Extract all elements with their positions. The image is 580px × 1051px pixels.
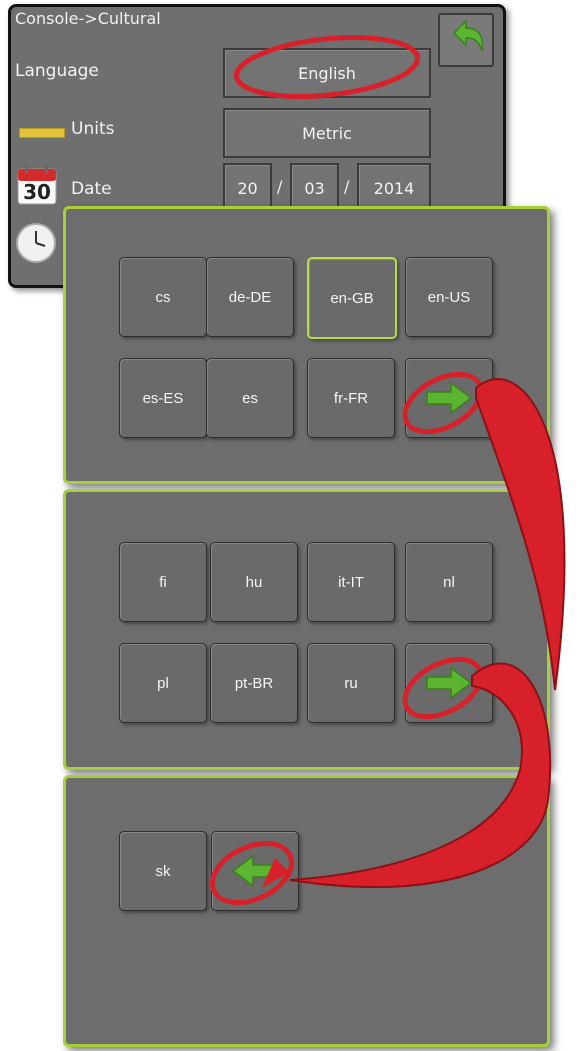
language-key[interactable]: en-US bbox=[405, 257, 493, 337]
language-key[interactable]: pt-BR bbox=[210, 643, 298, 723]
units-label: Units bbox=[71, 119, 115, 139]
language-key[interactable]: es bbox=[206, 358, 294, 438]
previous-page-button[interactable] bbox=[211, 831, 299, 911]
language-key[interactable]: pl bbox=[119, 643, 207, 723]
date-separator: / bbox=[344, 177, 350, 196]
language-key[interactable]: fi bbox=[119, 542, 207, 622]
language-key-selected[interactable]: en-GB bbox=[307, 257, 397, 339]
language-field[interactable]: English bbox=[223, 48, 431, 98]
back-button[interactable] bbox=[438, 13, 494, 67]
language-keypad-page-3: sk bbox=[63, 775, 550, 1047]
language-key[interactable]: sk bbox=[119, 831, 207, 911]
language-key[interactable]: it-IT bbox=[307, 542, 395, 622]
language-key[interactable]: fr-FR bbox=[307, 358, 395, 438]
next-page-button[interactable] bbox=[405, 358, 493, 438]
language-keypad-page-1: cs de-DE en-GB en-US es-ES es fr-FR bbox=[63, 206, 550, 484]
clock-icon bbox=[15, 222, 57, 264]
calendar-icon: 30 bbox=[17, 165, 57, 205]
calendar-day: 30 bbox=[23, 180, 51, 204]
language-key[interactable]: hu bbox=[210, 542, 298, 622]
ruler-icon bbox=[19, 128, 65, 138]
language-key[interactable]: ru bbox=[307, 643, 395, 723]
language-label: Language bbox=[15, 61, 99, 81]
right-arrow-icon bbox=[426, 666, 473, 700]
language-key[interactable]: nl bbox=[405, 542, 493, 622]
language-keypad-page-2: fi hu it-IT nl pl pt-BR ru bbox=[63, 489, 550, 770]
next-page-button[interactable] bbox=[405, 643, 493, 723]
language-key[interactable]: cs bbox=[119, 257, 207, 337]
date-label: Date bbox=[71, 179, 112, 199]
units-field[interactable]: Metric bbox=[223, 108, 431, 158]
return-arrow-icon bbox=[452, 19, 484, 52]
language-key[interactable]: de-DE bbox=[206, 257, 294, 337]
date-separator: / bbox=[277, 177, 283, 196]
right-arrow-icon bbox=[426, 381, 473, 415]
language-key[interactable]: es-ES bbox=[119, 358, 207, 438]
left-arrow-icon bbox=[231, 854, 278, 888]
breadcrumb: Console->Cultural bbox=[15, 9, 161, 28]
